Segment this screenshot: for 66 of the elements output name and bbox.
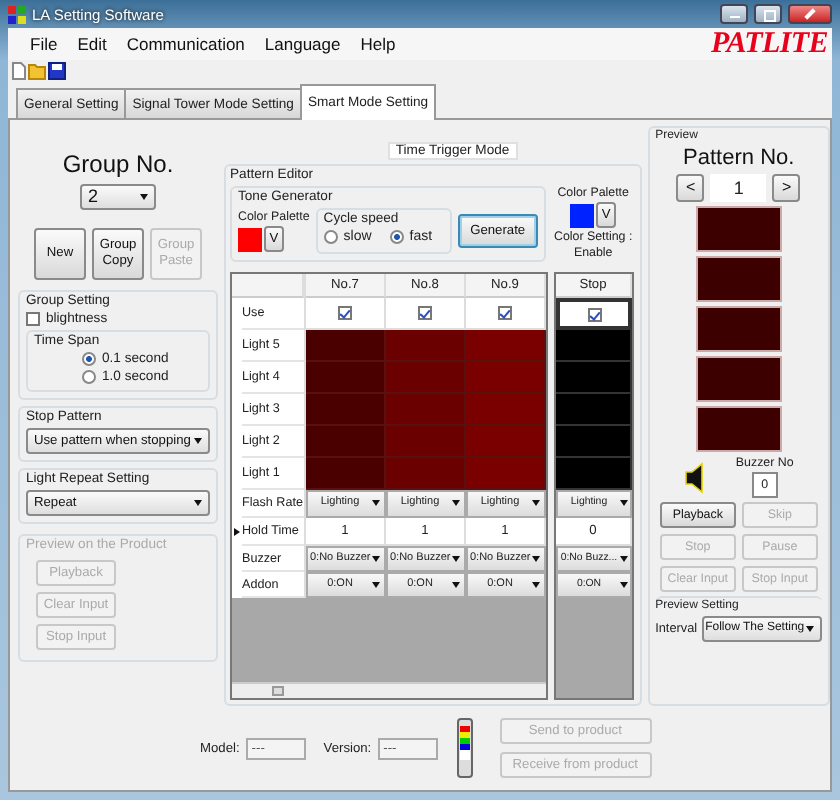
- app-icon: [8, 5, 26, 23]
- caret-icon: [372, 556, 380, 562]
- caret-icon: [532, 500, 540, 506]
- caret-icon: [620, 582, 628, 588]
- light-cell[interactable]: [466, 330, 546, 362]
- group-number-label: Group No.: [60, 150, 176, 178]
- new-file-icon[interactable]: [12, 62, 26, 80]
- caret-icon: [194, 500, 202, 506]
- light-cell[interactable]: [306, 426, 386, 458]
- light-cell[interactable]: [386, 394, 466, 426]
- save-icon[interactable]: [48, 62, 66, 80]
- checkbox[interactable]: [26, 312, 40, 326]
- caret-icon: [452, 556, 460, 562]
- light-cell[interactable]: [386, 426, 466, 458]
- brand-logo: PATLITE: [711, 27, 830, 61]
- caret-icon: [620, 500, 628, 506]
- caret-icon: [806, 626, 815, 632]
- speaker-icon: [683, 461, 704, 493]
- light-cell[interactable]: [386, 362, 466, 394]
- menu-item[interactable]: Help: [350, 34, 406, 54]
- checkbox[interactable]: [418, 306, 432, 320]
- radio-button[interactable]: [389, 230, 404, 244]
- caret-icon: [532, 582, 540, 588]
- light-cell[interactable]: [386, 330, 466, 362]
- maximize-button[interactable]: [754, 4, 782, 24]
- caret-icon: [620, 556, 628, 562]
- light-cell[interactable]: [306, 362, 386, 394]
- next-button[interactable]: >: [772, 174, 801, 202]
- previous-button[interactable]: <: [676, 174, 705, 202]
- light-cell[interactable]: [466, 362, 546, 394]
- light-cell[interactable]: [466, 394, 546, 426]
- light-cell[interactable]: [466, 426, 546, 458]
- checkbox[interactable]: [338, 306, 352, 320]
- checkbox[interactable]: [587, 307, 601, 321]
- pattern-number-label: Pattern No.: [683, 146, 795, 170]
- horizontal-scrollbar[interactable]: [232, 682, 546, 698]
- caret-icon: [532, 556, 540, 562]
- close-button[interactable]: [788, 4, 832, 24]
- light-cell[interactable]: [306, 330, 386, 362]
- caret-icon: [372, 582, 380, 588]
- menu-item[interactable]: Communication: [116, 34, 255, 54]
- light-cell[interactable]: [556, 394, 632, 426]
- light-cell[interactable]: [306, 458, 386, 490]
- checkbox[interactable]: [498, 306, 512, 320]
- caret-icon: [140, 194, 148, 200]
- radio-button[interactable]: [323, 230, 338, 244]
- pattern-number-field[interactable]: 1: [710, 174, 767, 202]
- radio-button[interactable]: [82, 352, 96, 366]
- light-cell[interactable]: [466, 458, 546, 490]
- group-dropdown[interactable]: 2: [80, 184, 156, 210]
- caret-icon: [452, 582, 460, 588]
- light-cell[interactable]: [306, 394, 386, 426]
- caret-icon: [372, 500, 380, 506]
- light-cell[interactable]: [556, 362, 632, 394]
- menu-item[interactable]: Language: [254, 34, 351, 54]
- minimize-button[interactable]: [720, 4, 748, 24]
- light-cell[interactable]: [556, 330, 632, 362]
- light-cell[interactable]: [556, 426, 632, 458]
- light-cell[interactable]: [386, 458, 466, 490]
- menu-item[interactable]: File: [20, 34, 68, 54]
- menu-item[interactable]: Edit: [67, 34, 117, 54]
- caret-icon: [194, 438, 202, 444]
- light-cell[interactable]: [556, 458, 632, 490]
- signal-tower-icon: [455, 718, 474, 778]
- caret-icon: [452, 500, 460, 506]
- radio-button[interactable]: [82, 370, 96, 384]
